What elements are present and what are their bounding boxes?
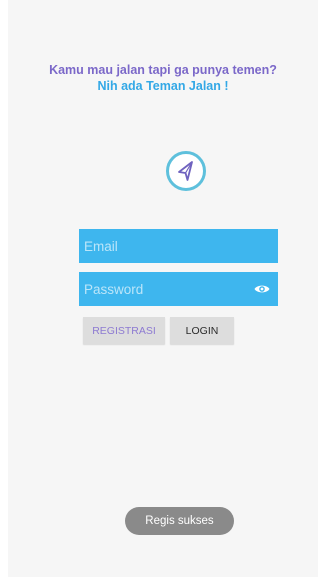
password-input[interactable] (79, 272, 278, 306)
password-field[interactable] (79, 272, 278, 306)
headline: Kamu mau jalan tapi ga punya temen? Nih … (8, 62, 318, 94)
app-logo (166, 151, 206, 191)
headline-question: Kamu mau jalan tapi ga punya temen? (49, 63, 277, 77)
register-button[interactable]: REGISTRASI (83, 317, 165, 344)
email-input[interactable] (79, 229, 278, 263)
navigation-arrow-icon (178, 161, 193, 181)
email-field[interactable] (79, 229, 278, 263)
app-screen: Kamu mau jalan tapi ga punya temen? Nih … (8, 0, 318, 577)
headline-tagline: Nih ada Teman Jalan ! (97, 79, 229, 93)
eye-icon[interactable] (254, 282, 270, 296)
login-button[interactable]: LOGIN (170, 317, 234, 344)
toast-message: Regis sukses (125, 507, 234, 535)
